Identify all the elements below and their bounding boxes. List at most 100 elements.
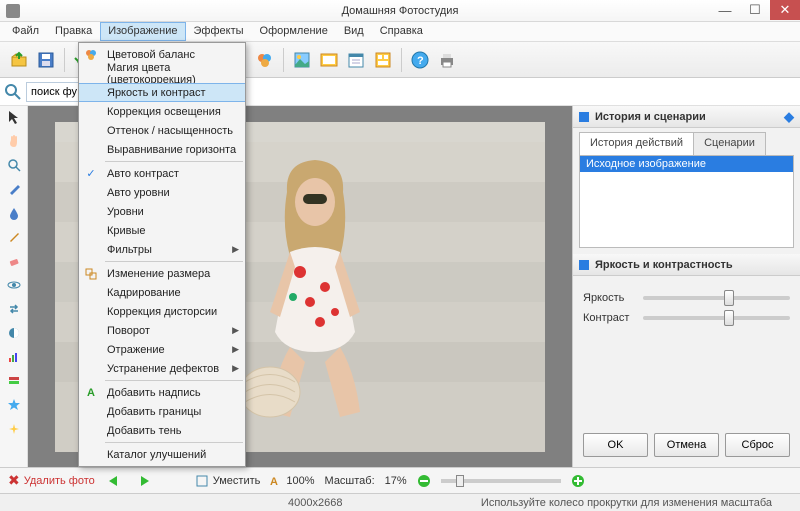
cancel-button[interactable]: Отмена: [654, 433, 719, 457]
swap-tool[interactable]: [5, 300, 23, 318]
mi-lighting[interactable]: Коррекция освещения: [79, 102, 245, 121]
reset-button[interactable]: Сброс: [725, 433, 790, 457]
mi-hue-sat[interactable]: Оттенок / насыщенность: [79, 121, 245, 140]
calendar-button[interactable]: [343, 47, 369, 73]
dimensions-label: 4000x2668: [288, 497, 342, 509]
contrast-slider[interactable]: [643, 316, 790, 320]
menu-help[interactable]: Справка: [372, 22, 431, 41]
open-button[interactable]: [6, 47, 32, 73]
slider-thumb[interactable]: [456, 475, 464, 487]
mi-brightness-contrast[interactable]: Яркость и контраст: [79, 83, 245, 102]
drop-tool[interactable]: [5, 204, 23, 222]
mi-mirror[interactable]: Отражение▶: [79, 340, 245, 359]
mi-color-magic[interactable]: Магия цвета (цветокоррекция): [79, 64, 245, 83]
mi-crop[interactable]: Кадрирование: [79, 283, 245, 302]
mi-resize[interactable]: Изменение размера: [79, 264, 245, 283]
frame2-button[interactable]: [316, 47, 342, 73]
mi-levels[interactable]: Уровни: [79, 202, 245, 221]
tab-history[interactable]: История действий: [579, 132, 694, 155]
brightness-label: Яркость: [583, 292, 643, 304]
resize-icon: [84, 267, 98, 281]
next-button[interactable]: [135, 474, 155, 488]
history-tabs: История действий Сценарии: [579, 132, 794, 156]
tab-scenarios[interactable]: Сценарии: [693, 132, 766, 155]
brush-tool[interactable]: [5, 180, 23, 198]
levels-tool[interactable]: [5, 348, 23, 366]
menu-decoration[interactable]: Оформление: [252, 22, 336, 41]
side-toolbox: [0, 106, 28, 467]
star-tool[interactable]: [5, 396, 23, 414]
submenu-arrow-icon: ▶: [232, 344, 239, 355]
mi-auto-levels[interactable]: Авто уровни: [79, 183, 245, 202]
delete-icon: ✖: [8, 472, 20, 489]
mi-catalog[interactable]: Каталог улучшений: [79, 445, 245, 464]
prev-button[interactable]: [105, 474, 125, 488]
app-icon: [6, 4, 20, 18]
submenu-arrow-icon: ▶: [232, 244, 239, 255]
hint-label: Используйте колесо прокрутки для изменен…: [481, 497, 772, 509]
maximize-button[interactable]: ☐: [740, 0, 770, 20]
fit-button[interactable]: Уместить: [195, 474, 261, 488]
submenu-arrow-icon: ▶: [232, 363, 239, 374]
eraser-tool[interactable]: [5, 252, 23, 270]
scale-label: Масштаб:: [325, 475, 375, 487]
mi-filters[interactable]: Фильтры▶: [79, 240, 245, 259]
status-bar: 4000x2668 Используйте колесо прокрутки д…: [0, 493, 800, 511]
frame1-button[interactable]: [289, 47, 315, 73]
panel-icon: [579, 260, 589, 270]
menu-effects[interactable]: Эффекты: [186, 22, 252, 41]
image-menu-dropdown: Цветовой баланс Магия цвета (цветокоррек…: [78, 42, 246, 467]
delete-photo-button[interactable]: ✖Удалить фото: [8, 472, 95, 489]
mi-add-shadow[interactable]: Добавить тень: [79, 421, 245, 440]
menu-view[interactable]: Вид: [336, 22, 372, 41]
pencil-tool[interactable]: [5, 228, 23, 246]
zoom-in-button[interactable]: [571, 474, 585, 488]
mi-distortion[interactable]: Коррекция дисторсии: [79, 302, 245, 321]
mi-add-text[interactable]: AДобавить надпись: [79, 383, 245, 402]
menu-file[interactable]: Файл: [4, 22, 47, 41]
menu-bar: Файл Правка Изображение Эффекты Оформлен…: [0, 22, 800, 42]
pin-icon[interactable]: ◆: [784, 109, 794, 125]
effects-button[interactable]: [252, 47, 278, 73]
pointer-tool[interactable]: [5, 108, 23, 126]
zoom-actual-button[interactable]: A100%: [270, 475, 314, 487]
save-button[interactable]: [33, 47, 59, 73]
brightness-panel-title: Яркость и контрастность: [595, 259, 733, 271]
mi-defects[interactable]: Устранение дефектов▶: [79, 359, 245, 378]
brightness-slider[interactable]: [643, 296, 790, 300]
menu-edit[interactable]: Правка: [47, 22, 100, 41]
ok-button[interactable]: OK: [583, 433, 648, 457]
mi-curves[interactable]: Кривые: [79, 221, 245, 240]
slider-thumb[interactable]: [724, 310, 734, 326]
contrast-label: Контраст: [583, 312, 643, 324]
zoom-slider[interactable]: [441, 479, 561, 483]
zoom-tool[interactable]: [5, 156, 23, 174]
palette-icon: [84, 48, 98, 62]
print-button[interactable]: [434, 47, 460, 73]
scale-value: 17%: [385, 475, 407, 487]
contrast-tool[interactable]: [5, 324, 23, 342]
help-button[interactable]: ?: [407, 47, 433, 73]
slider-thumb[interactable]: [724, 290, 734, 306]
minimize-button[interactable]: —: [710, 0, 740, 20]
history-list[interactable]: Исходное изображение: [579, 156, 794, 248]
history-item[interactable]: Исходное изображение: [580, 156, 793, 172]
collage-button[interactable]: [370, 47, 396, 73]
brightness-panel-header: Яркость и контрастность: [573, 254, 800, 276]
mi-add-border[interactable]: Добавить границы: [79, 402, 245, 421]
check-icon: ✓: [84, 167, 98, 181]
eye-tool[interactable]: [5, 276, 23, 294]
zoom-out-button[interactable]: [417, 474, 431, 488]
history-panel-title: История и сценарии: [595, 111, 706, 123]
filter-tool[interactable]: [5, 372, 23, 390]
svg-text:?: ?: [417, 55, 424, 67]
sparkle-tool[interactable]: [5, 420, 23, 438]
menu-image[interactable]: Изображение: [100, 22, 185, 41]
svg-text:A: A: [270, 476, 278, 487]
hand-tool[interactable]: [5, 132, 23, 150]
text-icon: A: [84, 386, 98, 400]
mi-rotate[interactable]: Поворот▶: [79, 321, 245, 340]
mi-auto-contrast[interactable]: ✓Авто контраст: [79, 164, 245, 183]
mi-horizon[interactable]: Выравнивание горизонта: [79, 140, 245, 159]
close-button[interactable]: ✕: [770, 0, 800, 20]
